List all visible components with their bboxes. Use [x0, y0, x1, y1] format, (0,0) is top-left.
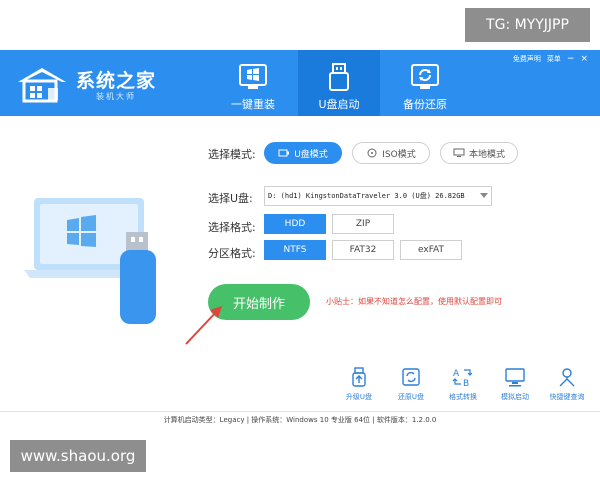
partition-label: 分区格式: [208, 247, 256, 260]
local-mode-button[interactable]: 本地模式 [440, 142, 518, 164]
partition-fat32-option[interactable]: FAT32 [332, 240, 394, 260]
app-logo: 系统之家 装机大师 [14, 64, 194, 104]
svg-text:B: B [463, 379, 469, 388]
format-zip-option[interactable]: ZIP [332, 214, 394, 234]
logo-subtitle: 装机大师 [96, 92, 136, 101]
drive-select-value: D: (hd1) KingstonDataTraveler 3.0 (U盘) 2… [268, 192, 465, 200]
laptop-usb-illustration [24, 198, 156, 324]
partition-exfat-option[interactable]: exFAT [400, 240, 462, 260]
top-links: 免费声明 菜单 − × [513, 53, 588, 65]
simulate-boot-tool[interactable]: 模拟启动 [489, 366, 541, 402]
mode-label: 选择模式: [208, 148, 256, 161]
usb-mode-button[interactable]: U盘模式 [264, 142, 342, 164]
nav-tabs: 一键重装 U盘启动 备份还原 [212, 50, 466, 116]
red-arrow-annotation [185, 306, 222, 345]
tool-label: 快捷键查询 [549, 393, 585, 401]
tool-label: 升级U盘 [345, 393, 373, 401]
disc-icon [367, 148, 377, 158]
simulate-boot-icon [505, 368, 525, 387]
format-convert-icon: A B [452, 369, 473, 388]
tip-text: 小贴士：如果不知道怎么配置，使用默认配置即可 [326, 297, 502, 306]
restore-usb-icon [402, 368, 420, 386]
close-button[interactable]: × [580, 54, 588, 64]
format-label: 选择格式: [208, 221, 256, 234]
status-divider [0, 411, 600, 412]
disclaimer-link[interactable]: 免费声明 [513, 54, 541, 64]
format-convert-tool[interactable]: A B 格式转换 [437, 366, 489, 402]
chevron-down-icon [480, 193, 488, 198]
usb-drive-icon [329, 63, 349, 91]
local-mode-label: 本地模式 [468, 149, 505, 160]
tab-label: 一键重装 [231, 98, 275, 111]
partition-ntfs-option[interactable]: NTFS [264, 240, 326, 260]
tab-one-click-reinstall[interactable]: 一键重装 [212, 50, 294, 116]
tab-backup-restore[interactable]: 备份还原 [384, 50, 466, 116]
logo-title: 系统之家 [76, 70, 157, 92]
tool-bar: 升级U盘 还原U盘 A B 格式转换 模拟启动 快捷键查询 [333, 366, 593, 402]
monitor-icon [453, 148, 465, 157]
iso-mode-label: ISO模式 [382, 149, 416, 160]
minimize-button[interactable]: − [567, 54, 575, 64]
iso-mode-button[interactable]: ISO模式 [352, 142, 430, 164]
tg-watermark: TG: MYYJJPP [465, 8, 590, 42]
menu-link[interactable]: 菜单 [547, 54, 561, 64]
usb-small-icon [278, 149, 290, 157]
shortcut-query-tool[interactable]: 快捷键查询 [541, 366, 593, 402]
backup-restore-icon [411, 64, 439, 89]
upgrade-usb-icon [352, 367, 366, 387]
tool-label: 格式转换 [449, 393, 477, 401]
tool-label: 模拟启动 [501, 393, 529, 401]
tab-label: 备份还原 [403, 98, 447, 111]
drive-select[interactable]: D: (hd1) KingstonDataTraveler 3.0 (U盘) 2… [264, 186, 492, 206]
house-logo-icon [18, 68, 66, 103]
header-bar: 系统之家 装机大师 免费声明 菜单 − × 一键重装 U盘启动 备份还原 [0, 50, 600, 116]
upgrade-usb-tool[interactable]: 升级U盘 [333, 366, 385, 402]
tab-usb-boot[interactable]: U盘启动 [298, 50, 380, 116]
tool-label: 还原U盘 [397, 393, 425, 401]
site-watermark: www.shaou.org [10, 440, 146, 472]
shortcut-query-icon [559, 368, 575, 387]
windows-install-icon [239, 64, 267, 89]
usb-mode-label: U盘模式 [294, 149, 328, 160]
restore-usb-tool[interactable]: 还原U盘 [385, 366, 437, 402]
tab-label: U盘启动 [318, 98, 360, 111]
svg-text:A: A [453, 369, 460, 379]
status-bar: 计算机启动类型：Legacy | 操作系统：Windows 10 专业版 64位… [163, 416, 437, 424]
screenshot-stage: TG: MYYJJPP 系统之家 装机大师 免费声明 菜单 − × 一键重装 U… [0, 0, 600, 480]
format-hdd-option[interactable]: HDD [264, 214, 326, 234]
drive-label: 选择U盘: [208, 192, 253, 205]
